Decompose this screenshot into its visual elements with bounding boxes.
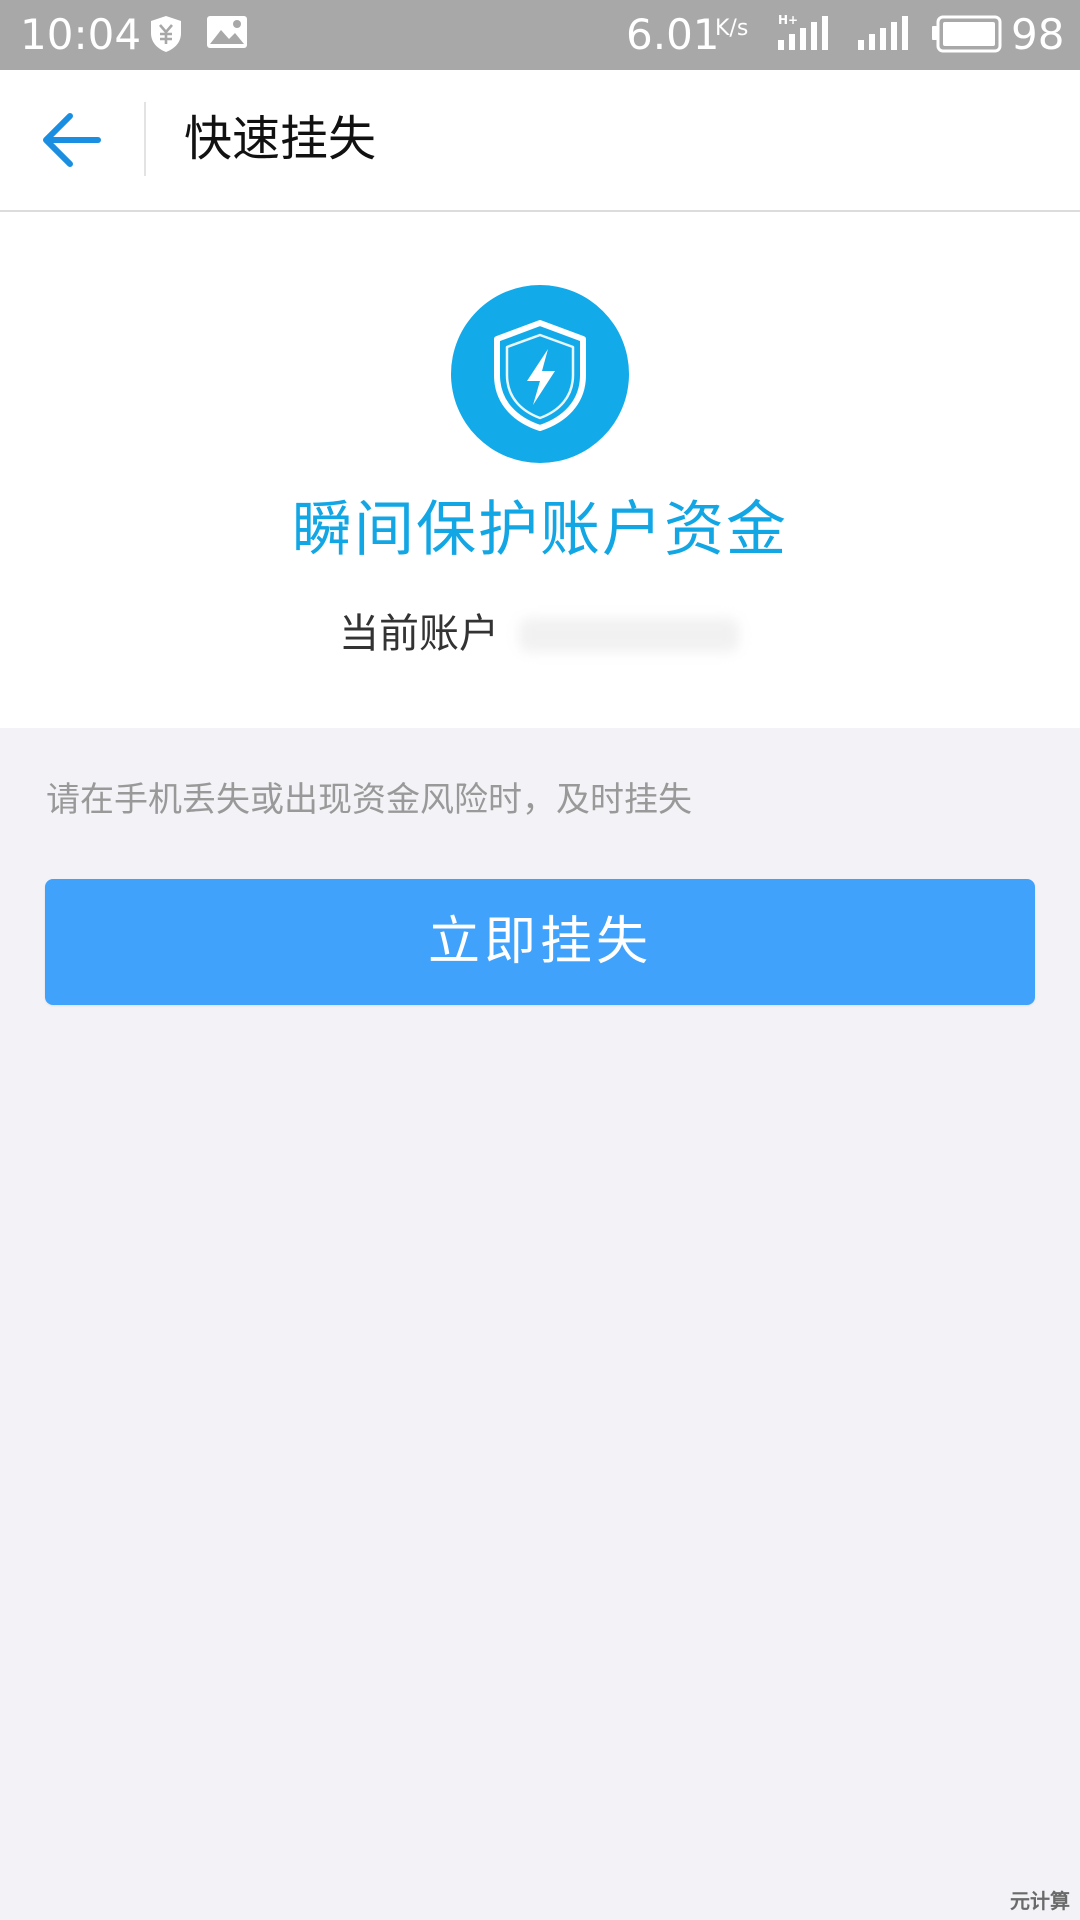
shield-lightning-icon — [451, 285, 629, 463]
hint-text: 请在手机丢失或出现资金风险时，及时挂失 — [46, 780, 692, 820]
svg-text:H+: H+ — [778, 13, 798, 27]
arrow-left-icon — [43, 113, 101, 167]
status-bar: 10:04 6.01 K/s H+ 98 — [0, 0, 1080, 70]
battery-level: 98 — [1011, 10, 1065, 59]
header-divider — [144, 102, 146, 176]
page-title: 快速挂失 — [184, 111, 377, 167]
current-account-label: 当前账户 — [339, 611, 499, 657]
back-button[interactable] — [36, 106, 110, 174]
hplus-signal-icon: H+ — [776, 12, 834, 58]
battery-icon — [931, 14, 1003, 58]
status-time: 10:04 — [20, 10, 142, 59]
signal-icon — [856, 12, 914, 58]
network-speed: 6.01 — [626, 10, 720, 59]
watermark: 元计算 — [1010, 1889, 1070, 1913]
screen: 10:04 6.01 K/s H+ 98 快速挂失 瞬间保护账户资金 当前账户 … — [0, 0, 1080, 1920]
network-speed-unit: K/s — [715, 16, 749, 41]
image-icon — [206, 14, 248, 54]
report-loss-button[interactable]: 立即挂失 — [45, 879, 1035, 1005]
protection-hero: 瞬间保护账户资金 当前账户 — [0, 212, 1080, 728]
yuan-shield-icon — [148, 14, 184, 58]
app-header: 快速挂失 — [0, 70, 1080, 212]
hero-title: 瞬间保护账户资金 — [292, 495, 788, 565]
masked-account-number — [519, 618, 739, 652]
